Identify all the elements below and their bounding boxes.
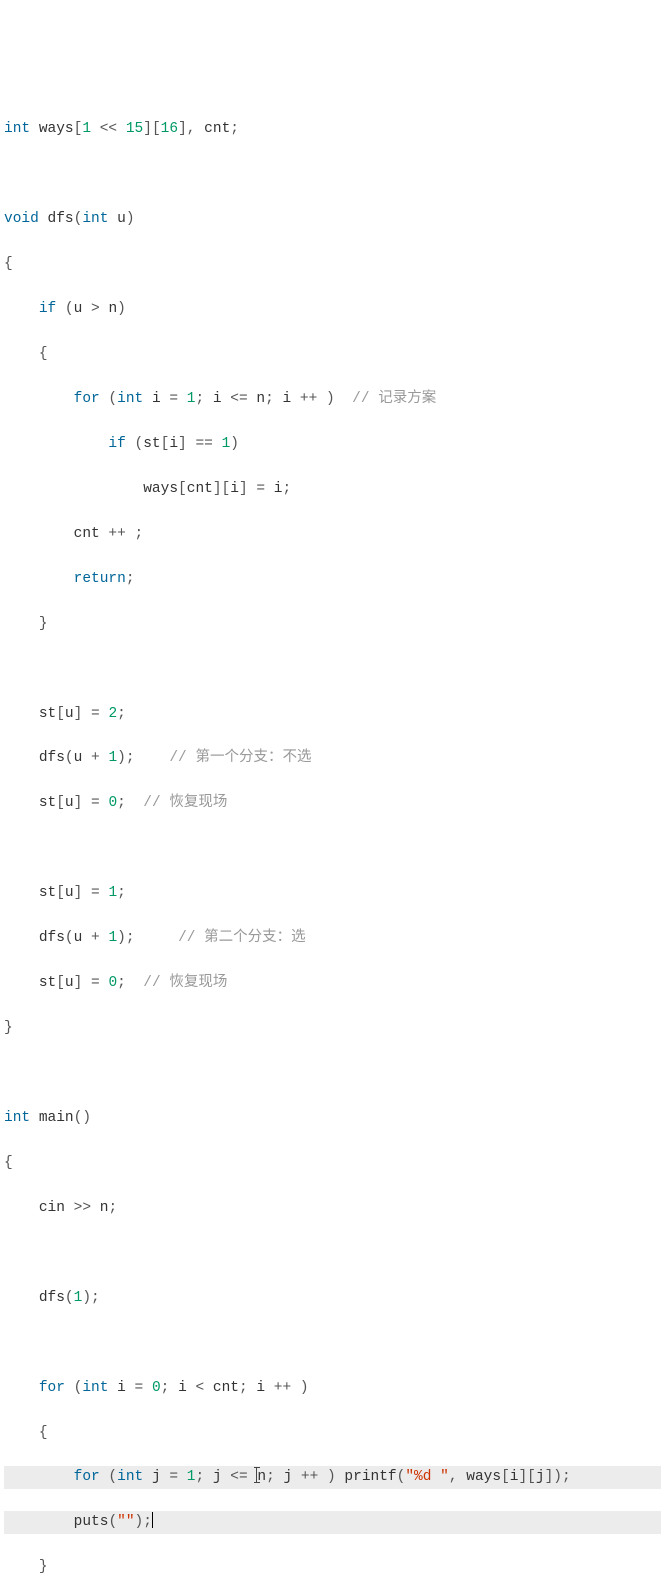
code-line: {: [4, 253, 661, 275]
code-line: void dfs(int u): [4, 208, 661, 230]
code-line: {: [4, 1422, 661, 1444]
code-line: }: [4, 1556, 661, 1578]
code-line: puts("");: [4, 1511, 661, 1533]
mouse-ibeam-cursor: [256, 1467, 257, 1484]
code-line: [4, 1062, 661, 1084]
code-line: int main(): [4, 1107, 661, 1129]
code-block[interactable]: int ways[1 << 15][16], cnt; void dfs(int…: [4, 96, 661, 1580]
text-caret: [152, 1512, 153, 1527]
code-line: {: [4, 1152, 661, 1174]
code-line: for (int i = 0; i < cnt; i ++ ): [4, 1377, 661, 1399]
code-line: dfs(1);: [4, 1287, 661, 1309]
code-line: [4, 1242, 661, 1264]
code-line: dfs(u + 1); // 第二个分支：选: [4, 927, 661, 949]
code-line: int ways[1 << 15][16], cnt;: [4, 118, 661, 140]
code-line: [4, 658, 661, 680]
code-line: dfs(u + 1); // 第一个分支：不选: [4, 747, 661, 769]
code-line: }: [4, 1017, 661, 1039]
code-line: if (st[i] == 1): [4, 433, 661, 455]
code-line: cnt ++ ;: [4, 523, 661, 545]
code-line: if (u > n): [4, 298, 661, 320]
code-line: st[u] = 0; // 恢复现场: [4, 972, 661, 994]
code-line: [4, 1332, 661, 1354]
code-line: {: [4, 343, 661, 365]
code-line: for (int i = 1; i <= n; i ++ ) // 记录方案: [4, 388, 661, 410]
code-line: st[u] = 0; // 恢复现场: [4, 792, 661, 814]
code-line: cin >> n;: [4, 1197, 661, 1219]
code-line: [4, 837, 661, 859]
code-line: ways[cnt][i] = i;: [4, 478, 661, 500]
code-line: [4, 163, 661, 185]
code-line: return;: [4, 568, 661, 590]
code-line: st[u] = 2;: [4, 703, 661, 725]
code-line: for (int j = 1; j <= n; j ++ ) printf("%…: [4, 1466, 661, 1488]
code-line: }: [4, 613, 661, 635]
code-line: st[u] = 1;: [4, 882, 661, 904]
